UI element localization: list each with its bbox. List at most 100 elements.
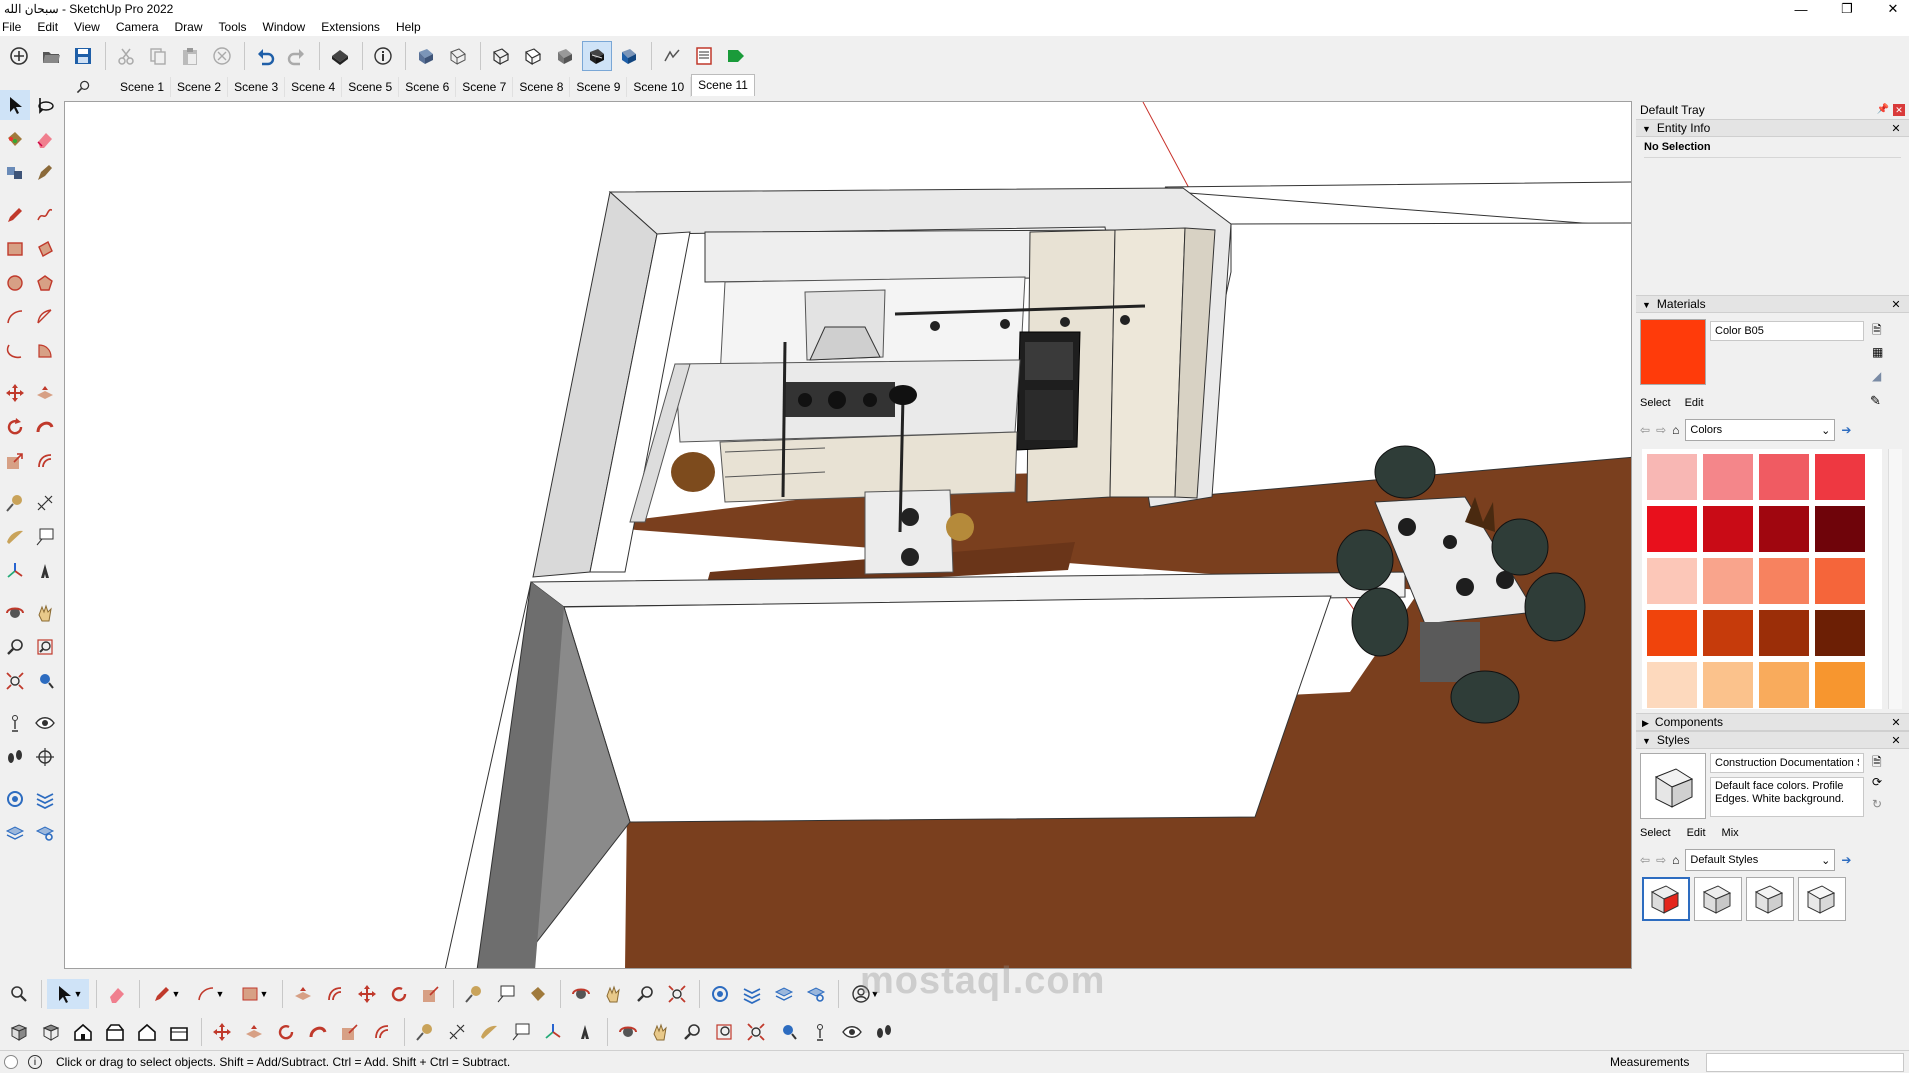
forward-arrow-icon[interactable]: ⇨: [1656, 853, 1666, 867]
style-option[interactable]: [1746, 877, 1794, 921]
rotate-bottom-2[interactable]: [271, 1017, 301, 1047]
wireframe-button[interactable]: [486, 41, 516, 71]
tape-measure-bottom-2[interactable]: [410, 1017, 440, 1047]
pan-bottom[interactable]: [598, 979, 628, 1009]
close-tray-button[interactable]: ✕: [1893, 104, 1905, 116]
push-pull-tool-bottom[interactable]: [288, 979, 318, 1009]
two-point-arc-tool[interactable]: [30, 302, 60, 332]
material-library-dropdown[interactable]: Colors ⌄: [1685, 419, 1836, 441]
solid-tools-subtract[interactable]: [30, 818, 60, 848]
styles-tab-select[interactable]: Select: [1640, 827, 1671, 839]
style-name-field[interactable]: [1710, 753, 1864, 773]
copy-button[interactable]: [143, 41, 173, 71]
material-swatch[interactable]: [1814, 661, 1866, 709]
new-file-button[interactable]: [4, 41, 34, 71]
material-swatch[interactable]: [1646, 661, 1698, 709]
material-name-field[interactable]: [1710, 321, 1864, 341]
make-component-tool[interactable]: [30, 90, 60, 120]
print-button[interactable]: [325, 41, 355, 71]
undo-button[interactable]: [250, 41, 280, 71]
text-tool[interactable]: [30, 522, 60, 552]
right-view-button[interactable]: [100, 1017, 130, 1047]
material-swatch[interactable]: [1702, 609, 1754, 657]
text-bottom-2[interactable]: [506, 1017, 536, 1047]
tab-scene-9[interactable]: Scene 9: [570, 77, 628, 97]
select-tool-bottom[interactable]: ▼: [47, 979, 89, 1009]
material-swatch[interactable]: [1758, 557, 1810, 605]
tab-scene-2[interactable]: Scene 2: [171, 77, 229, 97]
materials-tab-select[interactable]: Select: [1640, 397, 1671, 409]
orbit-bottom-2[interactable]: [613, 1017, 643, 1047]
details-arrow-icon[interactable]: ➔: [1841, 423, 1851, 437]
move-tool[interactable]: [0, 378, 30, 408]
tab-scene-4[interactable]: Scene 4: [285, 77, 343, 97]
scene-search-button[interactable]: [72, 76, 94, 98]
back-arrow-icon[interactable]: ⇦: [1640, 423, 1650, 437]
tab-scene-7[interactable]: Scene 7: [456, 77, 514, 97]
components-header[interactable]: ▶ Components ✕: [1636, 713, 1909, 731]
eyedropper-icon[interactable]: ✎: [1870, 393, 1881, 409]
tab-scene-3[interactable]: Scene 3: [228, 77, 286, 97]
style-option[interactable]: [1642, 877, 1690, 921]
offset-bottom-2[interactable]: [367, 1017, 397, 1047]
layers-gear-bottom[interactable]: [801, 979, 831, 1009]
material-swatch[interactable]: [1758, 453, 1810, 501]
style-option[interactable]: [1798, 877, 1846, 921]
move-tool-bottom[interactable]: [352, 979, 382, 1009]
paint-bucket-bottom[interactable]: [523, 979, 553, 1009]
polygon-tool[interactable]: [30, 268, 60, 298]
style-library-dropdown[interactable]: Default Styles ⌄: [1685, 849, 1836, 871]
3d-text-bottom[interactable]: [570, 1017, 600, 1047]
tab-scene-10[interactable]: Scene 10: [627, 77, 692, 97]
create-material-icon[interactable]: 🗎: [1872, 321, 1888, 337]
select-tool[interactable]: [0, 90, 30, 120]
material-swatch[interactable]: [1646, 609, 1698, 657]
pin-icon[interactable]: 📌: [1877, 104, 1889, 116]
back-edges-button[interactable]: [443, 41, 473, 71]
open-button[interactable]: [36, 41, 66, 71]
menu-camera[interactable]: Camera: [108, 20, 167, 34]
share-model-button[interactable]: [657, 41, 687, 71]
close-panel-icon[interactable]: ✕: [1889, 733, 1903, 747]
dimension-bottom[interactable]: [442, 1017, 472, 1047]
protractor-bottom[interactable]: [474, 1017, 504, 1047]
close-button[interactable]: ✕: [1870, 0, 1909, 18]
monochrome-button[interactable]: [614, 41, 644, 71]
outer-shell-bottom[interactable]: [705, 979, 735, 1009]
menu-extensions[interactable]: Extensions: [313, 20, 388, 34]
walk-tool[interactable]: [0, 742, 30, 772]
entity-info-header[interactable]: ▼ Entity Info ✕: [1636, 119, 1909, 137]
front-view-button[interactable]: [68, 1017, 98, 1047]
pie-tool[interactable]: [30, 336, 60, 366]
extension-warehouse-button[interactable]: [721, 41, 751, 71]
tag-tool[interactable]: [30, 158, 60, 188]
follow-me-tool[interactable]: [30, 412, 60, 442]
tab-scene-6[interactable]: Scene 6: [399, 77, 457, 97]
update-style-icon[interactable]: ⟳: [1872, 775, 1882, 789]
push-pull-tool[interactable]: [30, 378, 60, 408]
styles-header[interactable]: ▼ Styles ✕: [1636, 731, 1909, 749]
eraser-tool-bottom[interactable]: [102, 979, 132, 1009]
back-view-button[interactable]: [132, 1017, 162, 1047]
left-view-button[interactable]: [164, 1017, 194, 1047]
previous-view-bottom[interactable]: [773, 1017, 803, 1047]
material-swatch[interactable]: [1758, 609, 1810, 657]
search-button[interactable]: [4, 979, 34, 1009]
material-swatch[interactable]: [1702, 505, 1754, 553]
zoom-window-tool[interactable]: [30, 632, 60, 662]
scale-bottom-2[interactable]: [335, 1017, 365, 1047]
close-panel-icon[interactable]: ✕: [1889, 121, 1903, 135]
create-style-icon[interactable]: 🗎: [1872, 753, 1882, 774]
materials-tab-edit[interactable]: Edit: [1685, 397, 1704, 409]
paint-bucket-tool[interactable]: [0, 124, 30, 154]
zoom-window-bottom[interactable]: [709, 1017, 739, 1047]
material-swatch[interactable]: [1758, 505, 1810, 553]
layers-bottom[interactable]: [737, 979, 767, 1009]
close-panel-icon[interactable]: ✕: [1889, 297, 1903, 311]
save-button[interactable]: [68, 41, 98, 71]
pan-bottom-2[interactable]: [645, 1017, 675, 1047]
home-icon[interactable]: ⌂: [1672, 423, 1679, 437]
offset-tool[interactable]: [30, 446, 60, 476]
offset-tool-bottom[interactable]: [320, 979, 350, 1009]
menu-file[interactable]: File: [0, 20, 29, 34]
